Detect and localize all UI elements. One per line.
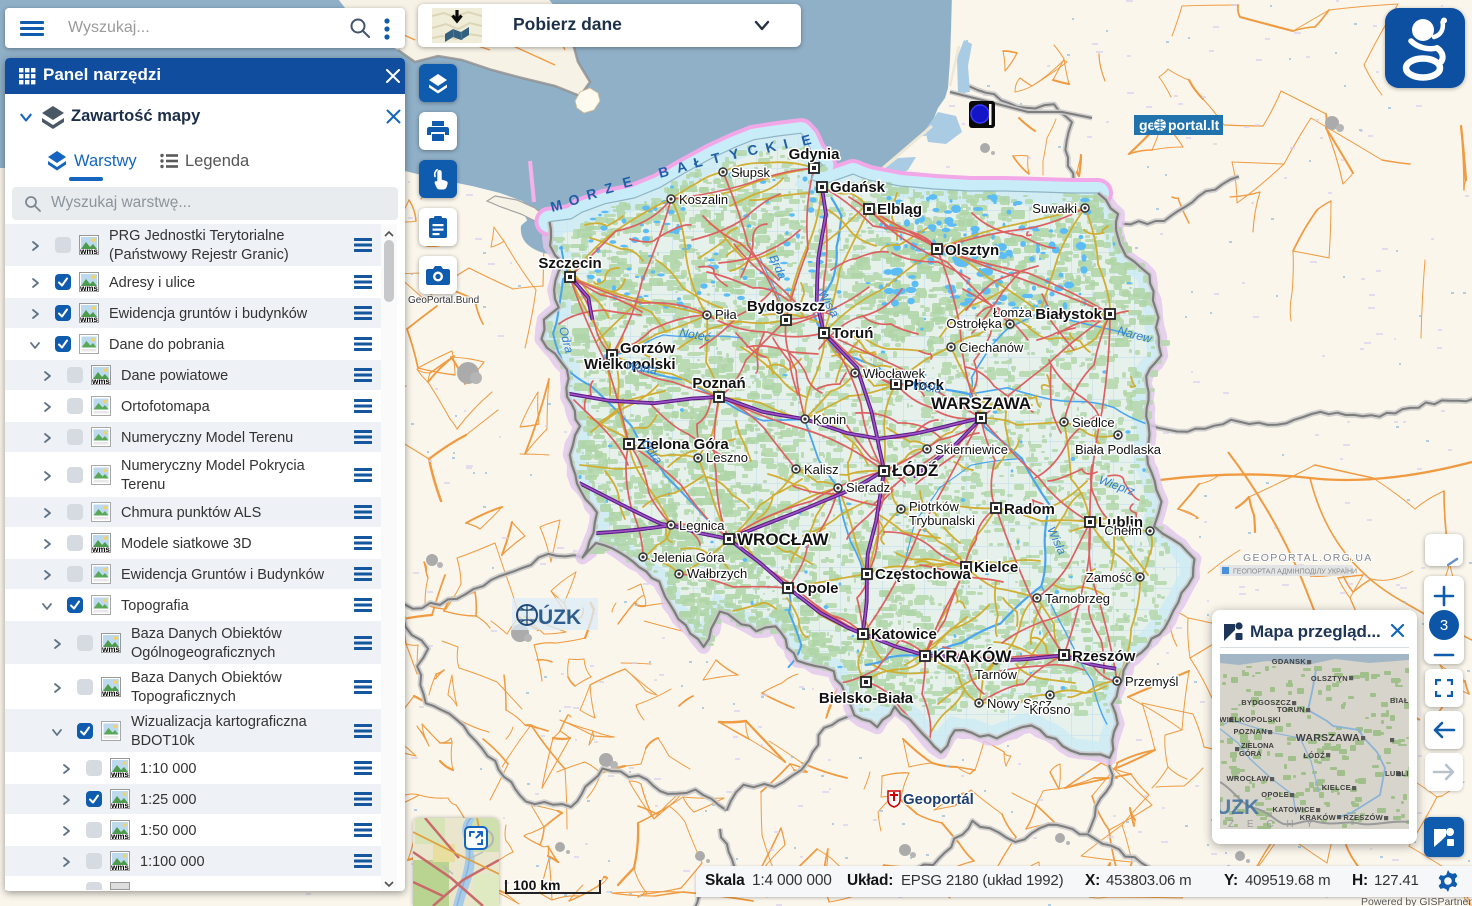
svg-text:Legnica: Legnica <box>679 518 725 533</box>
svg-text:Ciechanów: Ciechanów <box>959 340 1024 355</box>
svg-text:Opole: Opole <box>796 580 839 597</box>
svg-text:Gdynia: Gdynia <box>789 146 841 163</box>
svg-text:WROCŁAW: WROCŁAW <box>737 530 830 549</box>
svg-text:Jelenia Góra: Jelenia Góra <box>651 550 725 565</box>
svg-text:Toruń: Toruń <box>832 325 873 342</box>
svg-text:Siedlce: Siedlce <box>1072 415 1115 430</box>
svg-text:Konin: Konin <box>813 412 846 427</box>
svg-text:ŁÓDŹ: ŁÓDŹ <box>892 461 938 480</box>
svg-text:Piła: Piła <box>715 307 737 322</box>
svg-text:Słupsk: Słupsk <box>731 165 771 180</box>
svg-text:Tarnobrzeg: Tarnobrzeg <box>1045 591 1110 606</box>
svg-text:Suwałki: Suwałki <box>1032 201 1077 216</box>
svg-text:Białystok: Białystok <box>1035 306 1102 323</box>
svg-text:Częstochowa: Częstochowa <box>875 566 972 583</box>
svg-text:Elbląg: Elbląg <box>877 201 922 218</box>
svg-text:Skierniewice: Skierniewice <box>935 442 1008 457</box>
svg-text:Bydgoszcz: Bydgoszcz <box>747 298 825 315</box>
svg-text:Biała Podlaska: Biała Podlaska <box>1075 442 1162 457</box>
svg-text:Radom: Radom <box>1004 501 1055 518</box>
svg-text:Olsztyn: Olsztyn <box>945 242 999 259</box>
svg-text:Szczecin: Szczecin <box>538 255 601 272</box>
svg-text:Ostrołęka: Ostrołęka <box>946 316 1002 331</box>
svg-text:Poznań: Poznań <box>692 375 745 392</box>
svg-text:Sieradz: Sieradz <box>846 480 890 495</box>
svg-text:Koszalin: Koszalin <box>679 192 728 207</box>
svg-text:WARSZAWA: WARSZAWA <box>931 394 1031 413</box>
svg-text:Gdańsk: Gdańsk <box>830 179 886 196</box>
svg-text:Wałbrzych: Wałbrzych <box>687 566 747 581</box>
svg-text:Zamość: Zamość <box>1086 570 1133 585</box>
svg-text:Chełm: Chełm <box>1104 523 1142 538</box>
svg-text:Kalisz: Kalisz <box>804 462 839 477</box>
svg-text:Kielce: Kielce <box>974 559 1018 576</box>
